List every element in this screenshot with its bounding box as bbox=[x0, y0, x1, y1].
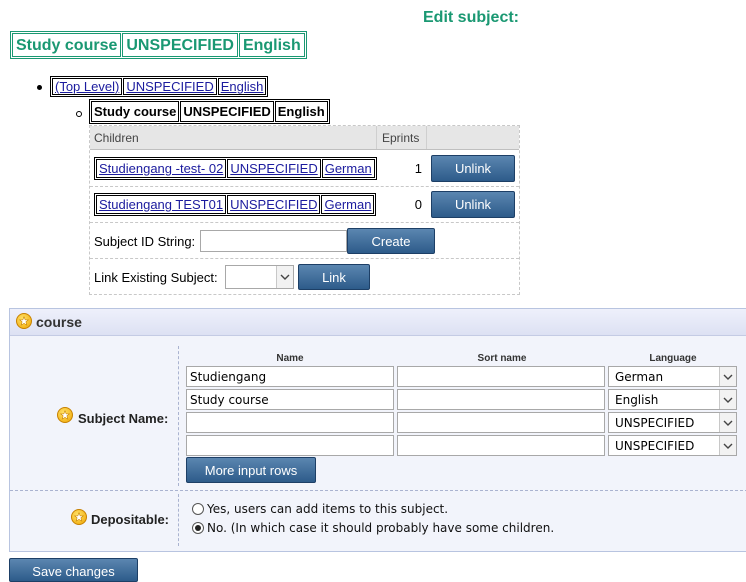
create-button[interactable]: Create bbox=[347, 228, 435, 254]
star-icon bbox=[71, 509, 87, 525]
divider bbox=[426, 126, 427, 149]
child-subject-links: Studiengang TEST01 UNSPECIFIED German bbox=[94, 193, 377, 216]
sort-name-input[interactable] bbox=[397, 412, 605, 433]
column-header-children: Children bbox=[94, 131, 139, 145]
course-panel-header bbox=[10, 309, 746, 336]
language-select[interactable]: German bbox=[608, 366, 737, 387]
column-header-name: Name bbox=[276, 353, 304, 364]
name-input[interactable] bbox=[186, 435, 394, 456]
divider bbox=[90, 222, 519, 223]
subject-name-cell: UNSPECIFIED bbox=[122, 33, 238, 57]
divider bbox=[178, 346, 179, 486]
subject-id-input[interactable] bbox=[200, 230, 347, 252]
child-subject-link[interactable]: Studiengang -test- 02 bbox=[96, 159, 227, 178]
column-header-sort-name: Sort name bbox=[477, 353, 527, 364]
child-unspecified-link[interactable]: UNSPECIFIED bbox=[227, 195, 321, 214]
link-existing-label: Link Existing Subject: bbox=[94, 270, 218, 285]
chevron-down-icon bbox=[276, 266, 293, 288]
current-subject-names: Study course UNSPECIFIED English bbox=[89, 99, 330, 124]
subject-name-cell: English bbox=[238, 33, 305, 57]
subject-id-label: Subject ID String: bbox=[94, 234, 196, 249]
divider bbox=[90, 258, 519, 259]
course-panel-title: course bbox=[36, 314, 82, 330]
divider bbox=[10, 490, 746, 491]
unlink-button[interactable]: Unlink bbox=[431, 191, 515, 218]
chevron-down-icon bbox=[719, 390, 736, 409]
top-level-unspecified-link[interactable]: UNSPECIFIED bbox=[123, 78, 217, 95]
subject-name-cell: Study course bbox=[12, 33, 122, 57]
chevron-down-icon bbox=[719, 436, 736, 455]
children-table-header bbox=[90, 126, 519, 150]
depositable-yes-label: Yes, users can add items to this subject… bbox=[207, 502, 449, 516]
depositable-no-label: No. (In which case it should probably ha… bbox=[207, 521, 555, 535]
column-header-eprints: Eprints bbox=[382, 131, 420, 145]
name-input[interactable]: Studiengang bbox=[186, 366, 394, 387]
top-level-link[interactable]: (Top Level) bbox=[52, 78, 123, 95]
sort-name-input[interactable] bbox=[397, 366, 605, 387]
page-title: Edit subject: bbox=[423, 9, 520, 26]
depositable-no-radio[interactable] bbox=[192, 522, 204, 534]
divider bbox=[90, 186, 519, 187]
child-language-link[interactable]: German bbox=[321, 195, 375, 214]
language-select[interactable]: UNSPECIFIED bbox=[608, 435, 737, 456]
language-value: English bbox=[615, 392, 659, 407]
name-input[interactable] bbox=[186, 412, 394, 433]
language-value: UNSPECIFIED bbox=[615, 415, 695, 430]
child-subject-link[interactable]: Studiengang TEST01 bbox=[96, 195, 227, 214]
current-subject-cell: UNSPECIFIED bbox=[180, 101, 274, 122]
more-input-rows-button[interactable]: More input rows bbox=[186, 457, 316, 483]
subject-name-table: Study course UNSPECIFIED English bbox=[10, 31, 307, 59]
top-level-links: (Top Level) UNSPECIFIED English bbox=[50, 76, 269, 97]
sort-name-input[interactable] bbox=[397, 435, 605, 456]
child-language-link[interactable]: German bbox=[321, 159, 375, 178]
depositable-label: Depositable: bbox=[91, 512, 170, 527]
language-value: UNSPECIFIED bbox=[615, 438, 695, 453]
bullet-disc-icon bbox=[37, 85, 42, 90]
eprints-count: 0 bbox=[414, 197, 422, 212]
link-existing-select[interactable] bbox=[225, 265, 294, 289]
language-select[interactable]: English bbox=[608, 389, 737, 410]
divider bbox=[376, 126, 377, 149]
name-input[interactable]: Study course bbox=[186, 389, 394, 410]
star-icon bbox=[57, 407, 73, 423]
top-level-english-link[interactable]: English bbox=[217, 78, 267, 95]
divider bbox=[178, 494, 179, 546]
current-subject-cell: Study course bbox=[91, 101, 180, 122]
star-icon bbox=[16, 313, 32, 329]
chevron-down-icon bbox=[719, 367, 736, 386]
subject-name-label: Subject Name: bbox=[78, 411, 169, 426]
save-changes-button[interactable]: Save changes bbox=[9, 558, 138, 582]
sort-name-input[interactable] bbox=[397, 389, 605, 410]
child-subject-links: Studiengang -test- 02 UNSPECIFIED German bbox=[94, 157, 377, 180]
child-unspecified-link[interactable]: UNSPECIFIED bbox=[227, 159, 321, 178]
column-header-language: Language bbox=[649, 353, 697, 364]
bullet-circle-icon bbox=[76, 111, 82, 117]
link-button[interactable]: Link bbox=[298, 264, 370, 290]
unlink-button[interactable]: Unlink bbox=[431, 155, 515, 182]
language-select[interactable]: UNSPECIFIED bbox=[608, 412, 737, 433]
depositable-yes-radio[interactable] bbox=[192, 503, 204, 515]
language-value: German bbox=[615, 369, 664, 384]
eprints-count: 1 bbox=[414, 161, 422, 176]
current-subject-cell: English bbox=[274, 101, 328, 122]
chevron-down-icon bbox=[719, 413, 736, 432]
